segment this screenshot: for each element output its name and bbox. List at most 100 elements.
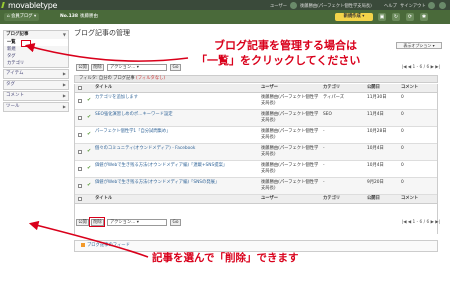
row-checkbox[interactable]: [78, 99, 82, 103]
chevron-right-icon: ▶: [62, 104, 66, 109]
annotation-bottom-suffix: 」できます: [245, 252, 299, 264]
row-checkbox[interactable]: [78, 150, 82, 154]
blog-selector-label: 会員ブログ: [11, 14, 33, 19]
entry-author: 後藤勝由(パーフェクト個性学支局長): [261, 95, 319, 106]
chevron-down-icon: ▼: [62, 32, 66, 37]
entry-category: SEO: [323, 112, 332, 117]
column-header-date[interactable]: 公開日: [367, 84, 397, 92]
rebuild-icon[interactable]: ↻: [392, 13, 400, 21]
column-header-title[interactable]: タイトル: [95, 84, 257, 92]
pager[interactable]: |◀ ◀ 1 - 6 / 6 ▶ ▶|: [402, 64, 440, 71]
column-footer-author[interactable]: ユーザー: [261, 195, 319, 203]
user-name-link[interactable]: 後藤勝由(パーフェクト個性学支局長): [300, 3, 372, 9]
action-select[interactable]: アクション... ▾: [107, 64, 167, 71]
annotation-top-line2: 「一覧」をクリックしてください: [196, 54, 361, 67]
row-checkbox[interactable]: [78, 184, 82, 188]
entry-title-link[interactable]: 価値がWebで生き残る方法(オウンドメディア編)「連載+SNS提案」: [95, 161, 257, 177]
sidebar-section-tags: タグ ▶: [3, 80, 69, 90]
column-header-category[interactable]: カテゴリ: [323, 84, 361, 92]
blog-selector[interactable]: ⌂ 会員ブログ ▾: [4, 13, 40, 21]
delete-button[interactable]: 削除: [91, 64, 104, 71]
entry-date: 11月4日: [367, 112, 384, 117]
go-button[interactable]: Go: [170, 64, 181, 71]
sidebar-section-tools: ツール ▶: [3, 102, 69, 112]
sidebar-header-tags[interactable]: タグ ▶: [4, 81, 68, 89]
view-site-icon[interactable]: ▣: [378, 13, 386, 21]
chevron-right-icon: ▶: [62, 82, 66, 87]
publish-button-bottom[interactable]: 公開: [76, 219, 89, 226]
table-row: ✔ 価値がWebで生き残る方法(オウンドメディア編)「連載+SNS提案」 後藤勝…: [75, 161, 437, 178]
filter-value: 自分の ブログ記事: [98, 76, 135, 81]
row-checkbox[interactable]: [78, 116, 82, 120]
entry-date: 11月30日: [367, 95, 387, 100]
row-checkbox[interactable]: [78, 133, 82, 137]
annotation-highlight-list: [21, 40, 31, 47]
annotation-highlight-delete: [89, 217, 105, 227]
signout-link[interactable]: サインアウト: [400, 3, 426, 9]
entry-comments: 0: [401, 95, 404, 100]
view-options-button[interactable]: 表示オプション ▾: [396, 42, 442, 49]
table-row: ✔ パーフェクト個性学1「自分試問集め」 後藤勝由(パーフェクト個性学支局長) …: [75, 127, 437, 144]
published-status-icon: ✔: [87, 97, 92, 103]
feed-link[interactable]: ブログ記事のフィード: [87, 243, 130, 248]
new-entry-label: 新規作成: [343, 14, 361, 19]
app-logo[interactable]: movabletype: [8, 1, 57, 10]
published-status-icon: ✔: [87, 131, 92, 137]
blog-owner: 後藤勝由: [80, 14, 98, 19]
entry-author: 後藤勝由(パーフェクト個性学支局長): [261, 112, 319, 123]
sidebar-item-new[interactable]: 新規: [4, 46, 68, 53]
sidebar-header-entries[interactable]: ブログ記事 ▼: [4, 31, 68, 39]
select-all-checkbox-bottom[interactable]: [78, 197, 82, 201]
action-select-bottom[interactable]: アクション... ▾: [107, 219, 167, 226]
action-select-value: アクション...: [110, 65, 136, 70]
globe-icon[interactable]: [439, 1, 446, 9]
sidebar-section-assets: アイテム ▶: [3, 69, 69, 79]
entry-category: -: [323, 180, 325, 185]
entry-author: 後藤勝由(パーフェクト個性学支局長): [261, 180, 319, 191]
entry-title-link[interactable]: カテゴリを追加します: [95, 93, 257, 109]
column-header-comments[interactable]: コメント: [401, 84, 435, 92]
column-footer-title[interactable]: タイトル: [95, 195, 257, 203]
cloud-icon[interactable]: [428, 1, 435, 9]
table-header-row: タイトル ユーザー カテゴリ 公開日 コメント: [75, 84, 437, 93]
entry-title-link[interactable]: 個々のコミュニティ(オウンドメディア) - Facebook: [95, 144, 257, 160]
column-footer-date[interactable]: 公開日: [367, 195, 397, 203]
pager-bottom[interactable]: |◀ ◀ 1 - 6 / 6 ▶ ▶|: [402, 219, 440, 226]
entry-comments: 0: [401, 146, 404, 151]
published-status-icon: ✔: [87, 114, 92, 120]
row-checkbox[interactable]: [78, 167, 82, 171]
select-all-checkbox[interactable]: [78, 86, 82, 90]
sidebar-section-comments: コメント ▶: [3, 91, 69, 101]
sidebar-header-comments[interactable]: コメント ▶: [4, 92, 68, 100]
top-bar: movabletype ユーザー 後藤勝由(パーフェクト個性学支局長) ヘルプ …: [0, 0, 450, 10]
entry-title-link[interactable]: 価値がWebで生き残る方法(オウンドメディア編)「SNSの発展」: [95, 178, 257, 194]
sidebar-header-tools[interactable]: ツール ▶: [4, 103, 68, 111]
sidebar-item-categories[interactable]: カテゴリ: [4, 60, 68, 67]
filter-clear-link[interactable]: (フィルタなし): [136, 76, 165, 81]
column-footer-category[interactable]: カテゴリ: [323, 195, 361, 203]
entry-date: 10月4日: [367, 163, 384, 168]
annotation-bottom-prefix: 記事を選んで「: [152, 252, 225, 264]
sidebar-header-assets[interactable]: アイテム ▶: [4, 70, 68, 78]
refresh-icon[interactable]: ⟳: [406, 13, 414, 21]
entry-title-link[interactable]: パーフェクト個性学1「自分試問集め」: [95, 127, 257, 143]
help-link[interactable]: ヘルプ: [384, 3, 397, 9]
entries-table: タイトル ユーザー カテゴリ 公開日 コメント ✔ カテゴリを追加します 後藤勝…: [74, 84, 438, 234]
publish-button[interactable]: 公開: [76, 64, 89, 71]
sidebar-header-label: タグ: [6, 82, 15, 87]
entry-category: -: [323, 129, 325, 134]
go-button-bottom[interactable]: Go: [170, 219, 181, 226]
column-footer-comments[interactable]: コメント: [401, 195, 435, 203]
entry-author: 後藤勝由(パーフェクト個性学支局長): [261, 163, 319, 174]
column-header-author[interactable]: ユーザー: [261, 84, 319, 92]
new-entry-button[interactable]: 新規作成 ▾: [335, 13, 373, 21]
sidebar-section-entries: ブログ記事 ▼ 一覧 新規 タグ カテゴリ: [3, 30, 69, 68]
sidebar-header-label: ブログ記事: [6, 32, 29, 37]
entry-date: 10月28日: [367, 129, 387, 134]
settings-icon[interactable]: ✱: [420, 13, 428, 21]
sidebar-item-tags[interactable]: タグ: [4, 53, 68, 60]
sidebar-header-label: ツール: [6, 104, 20, 109]
bottom-toolbar: 公開 削除 アクション... ▾ Go |◀ ◀ 1 - 6 / 6 ▶ ▶|: [74, 218, 446, 228]
entry-title-link[interactable]: SEO強化演習しめのポ…キーワード設定: [95, 110, 257, 126]
sidebar-item-list[interactable]: 一覧: [4, 39, 68, 46]
